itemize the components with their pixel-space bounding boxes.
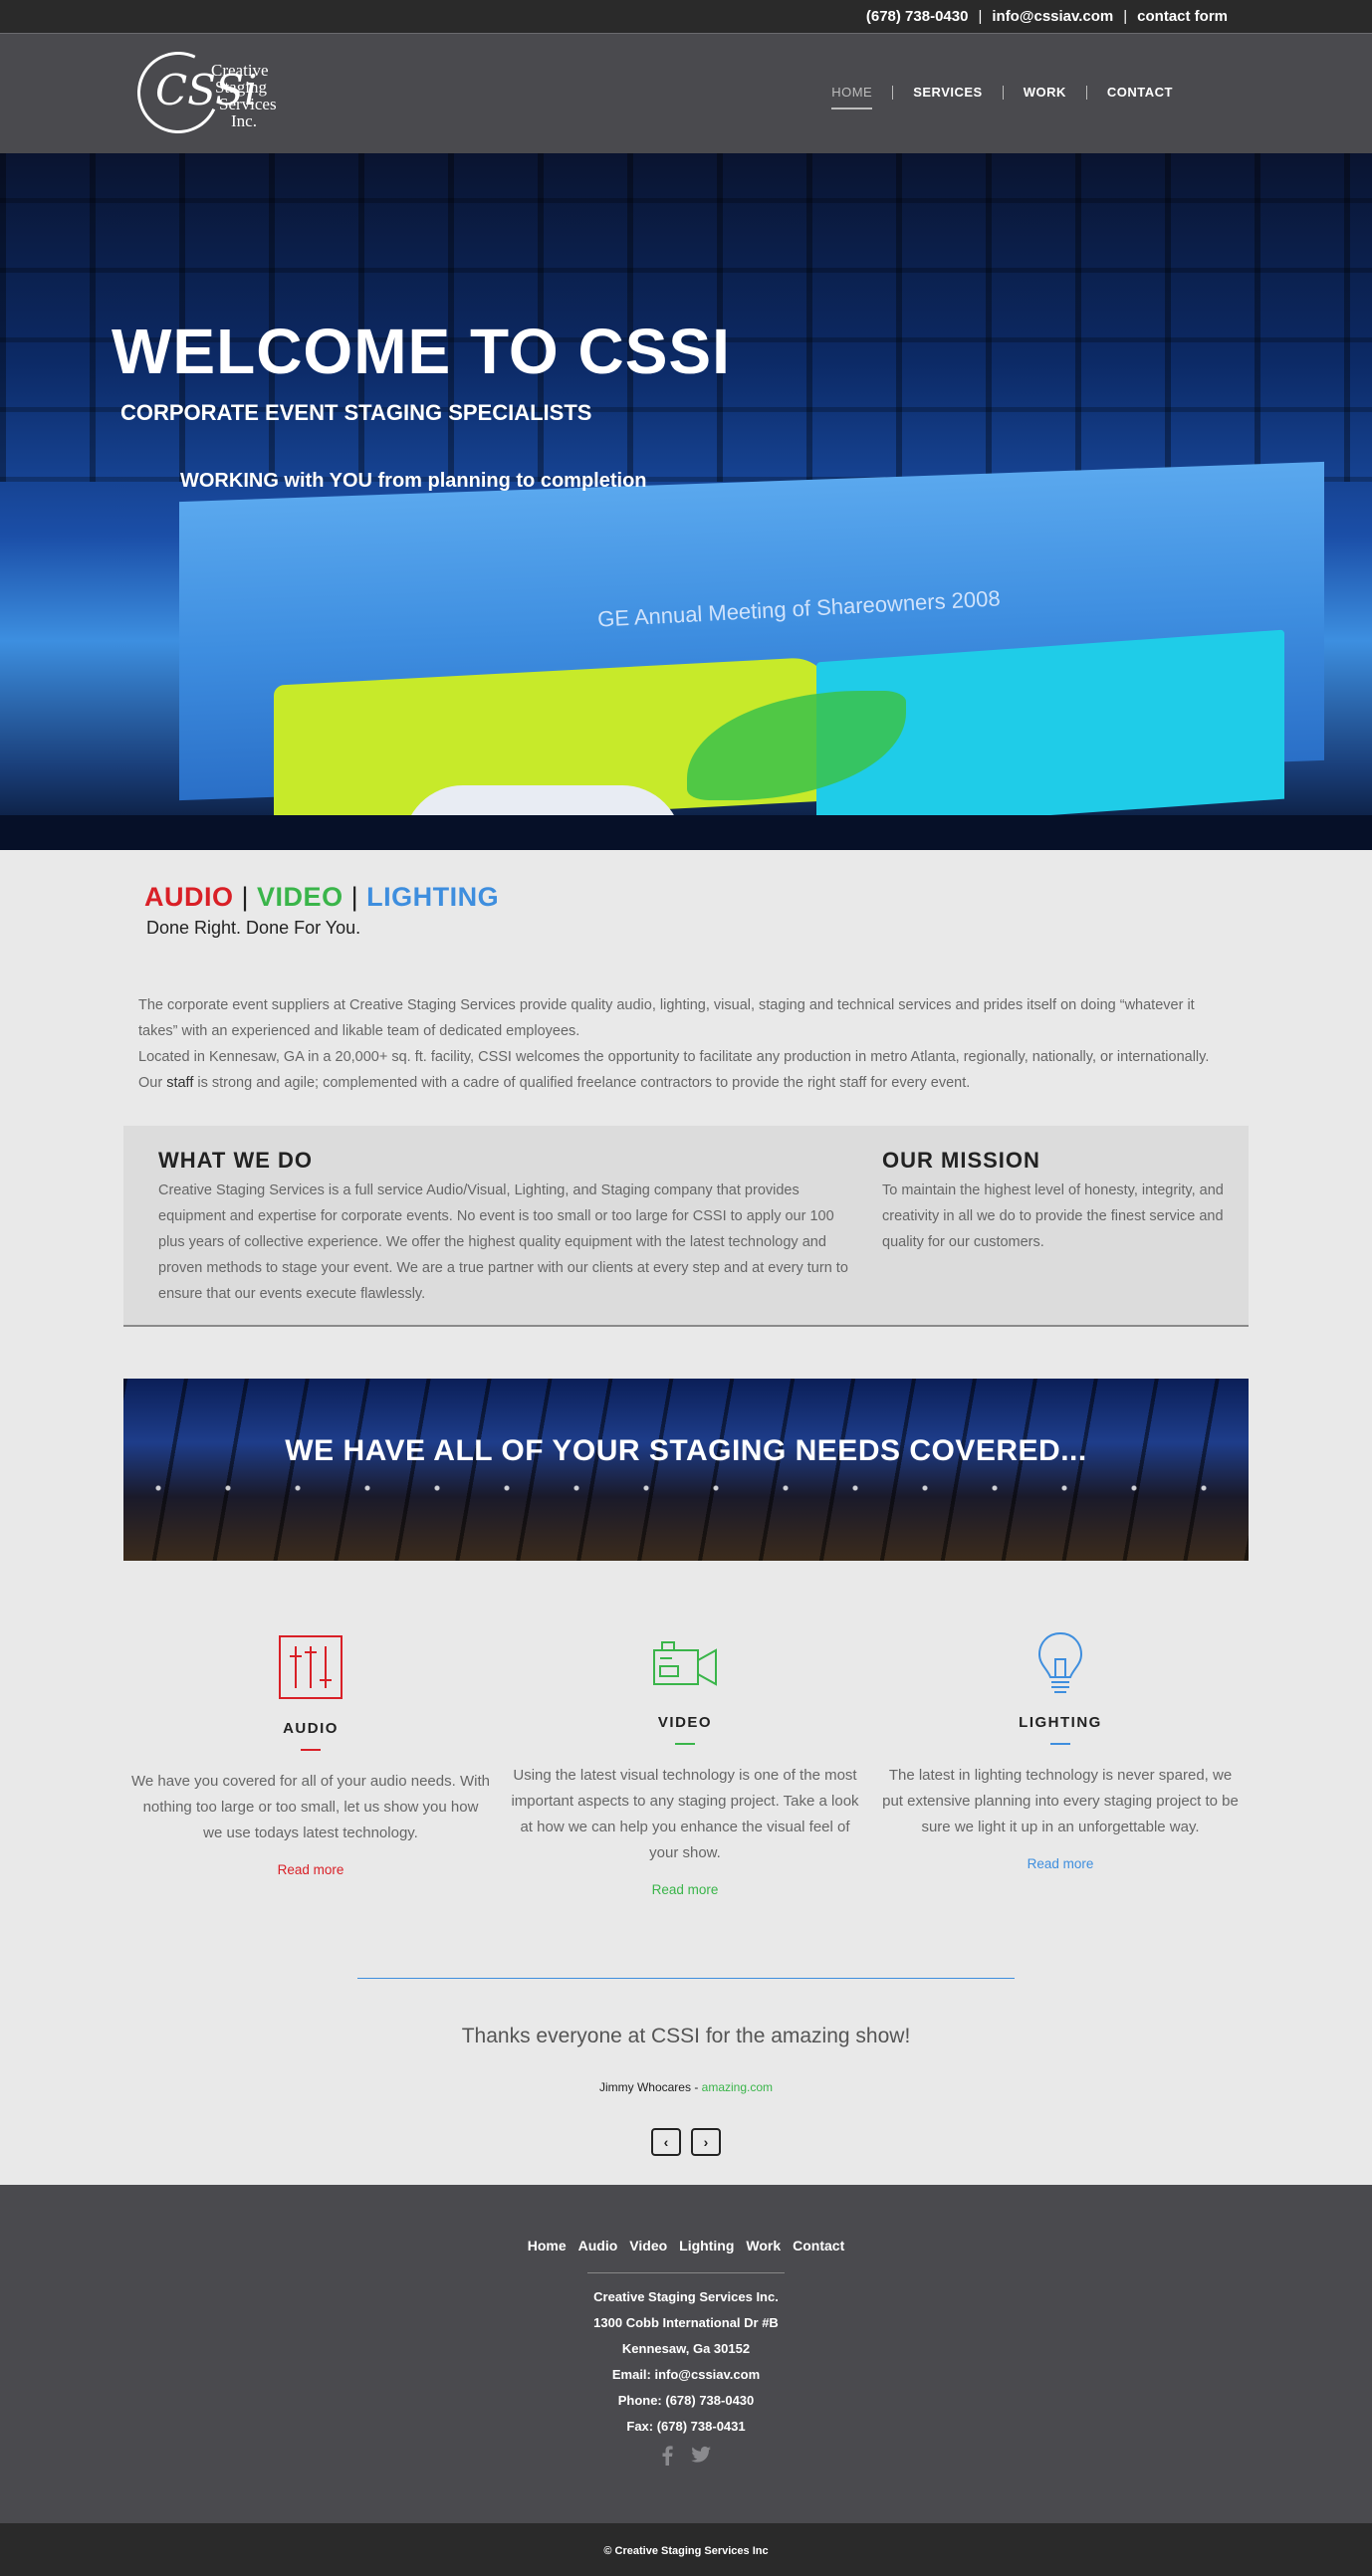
feature-text: We have you covered for all of your audi…: [131, 1773, 490, 1841]
top-contact-bar: (678) 738-0430 | info@cssiav.com | conta…: [0, 0, 1372, 33]
copyright-text: © Creative Staging Services Inc: [603, 2545, 769, 2557]
footer-link-lighting[interactable]: Lighting: [679, 2238, 734, 2254]
what-we-do: WHAT WE DO Creative Staging Services is …: [158, 1148, 855, 1307]
footer-link-video[interactable]: Video: [629, 2238, 667, 2254]
logo-line: Creative: [211, 61, 269, 80]
services-audio: AUDIO: [144, 882, 234, 912]
testimonial-byline: Jimmy Whocares - amazing.com: [0, 2080, 1372, 2094]
our-mission-heading: OUR MISSION: [882, 1148, 1040, 1173]
what-we-do-heading: WHAT WE DO: [158, 1148, 314, 1173]
site-logo[interactable]: CSSi Creative Staging Services Inc.: [125, 40, 295, 145]
footer-email[interactable]: Email: info@cssiav.com: [0, 2362, 1372, 2388]
feature-underline: [301, 1749, 321, 1751]
services-lighting: LIGHTING: [366, 882, 500, 912]
video-camera-icon: [506, 1632, 864, 1696]
services-tagline: Done Right. Done For You.: [146, 918, 361, 938]
staging-banner: WE HAVE ALL OF YOUR STAGING NEEDS COVERE…: [123, 1379, 1249, 1561]
footer-link-home[interactable]: Home: [528, 2238, 567, 2254]
feature-text: Using the latest visual technology is on…: [511, 1767, 859, 1861]
hero-subtitle: CORPORATE EVENT STAGING SPECIALISTS: [120, 400, 592, 425]
company-name: Creative Staging Services Inc.: [593, 2289, 779, 2304]
site-footer: Home Audio Video Lighting Work Contact C…: [0, 2185, 1372, 2523]
what-we-do-text: Creative Staging Services is a full serv…: [158, 1182, 848, 1302]
intro-paragraph: Located in Kennesaw, GA in a 20,000+ sq.…: [138, 1044, 1234, 1096]
separator: |: [978, 8, 983, 25]
banner-heading: WE HAVE ALL OF YOUR STAGING NEEDS COVERE…: [285, 1434, 1087, 1467]
nav-home[interactable]: HOME: [811, 86, 892, 109]
city-state-zip: Kennesaw, Ga 30152: [621, 2341, 751, 2356]
footer-link-work[interactable]: Work: [746, 2238, 781, 2254]
feature-lighting: LIGHTING The latest in lighting technolo…: [881, 1631, 1240, 1871]
main-nav: HOME SERVICES WORK CONTACT: [811, 86, 1193, 109]
video-read-more-link[interactable]: Read more: [506, 1882, 864, 1897]
footer-link-contact[interactable]: Contact: [793, 2238, 844, 2254]
twitter-icon[interactable]: [691, 2446, 711, 2464]
next-testimonial-button[interactable]: ›: [691, 2128, 721, 2156]
feature-video: VIDEO Using the latest visual technology…: [506, 1632, 864, 1897]
feature-underline: [675, 1743, 695, 1745]
testimonial-quote: Thanks everyone at CSSI for the amazing …: [461, 2025, 911, 2047]
services-line: AUDIO | VIDEO | LIGHTING: [144, 882, 499, 913]
feature-audio: AUDIO We have you covered for all of you…: [131, 1632, 490, 1877]
staff-link[interactable]: staff: [166, 1075, 193, 1091]
hero-tagline: WORKING with YOU from planning to comple…: [180, 470, 647, 492]
audio-read-more-link[interactable]: Read more: [131, 1862, 490, 1877]
footer-divider: [587, 2272, 785, 2273]
stage-floor: [0, 815, 1372, 850]
our-mission: OUR MISSION To maintain the highest leve…: [882, 1148, 1231, 1255]
contact-form-link[interactable]: contact form: [1137, 8, 1228, 25]
logo-line: Inc.: [231, 111, 257, 130]
separator: |: [241, 882, 250, 912]
our-mission-text: To maintain the highest level of honesty…: [882, 1182, 1224, 1250]
top-email-link[interactable]: info@cssiav.com: [992, 8, 1113, 25]
footer-address: Creative Staging Services Inc. 1300 Cobb…: [0, 2284, 1372, 2440]
nav-work[interactable]: WORK: [1002, 86, 1086, 100]
separator: |: [1123, 8, 1128, 25]
testimonial-divider: [357, 1978, 1015, 1979]
footer-link-audio[interactable]: Audio: [578, 2238, 618, 2254]
intro-text: The corporate event suppliers at Creativ…: [138, 992, 1234, 1096]
footer-fax: Fax: (678) 738-0431: [626, 2419, 746, 2434]
contact-row: (678) 738-0430 | info@cssiav.com | conta…: [866, 8, 1228, 25]
feature-title: VIDEO: [657, 1714, 713, 1731]
prev-testimonial-button[interactable]: ‹: [651, 2128, 681, 2156]
lighting-read-more-link[interactable]: Read more: [881, 1856, 1240, 1871]
hero-section: GE Annual Meeting of Shareowners 2008 WE…: [0, 153, 1372, 850]
light-bulb-icon: [881, 1631, 1240, 1696]
intro-text-span: is strong and agile; complemented with a…: [193, 1075, 971, 1091]
feature-underline: [1050, 1743, 1070, 1745]
site-header: CSSi Creative Staging Services Inc. HOME…: [0, 33, 1372, 153]
footer-nav: Home Audio Video Lighting Work Contact: [0, 2238, 1372, 2254]
facebook-icon[interactable]: [661, 2446, 673, 2466]
feature-title: LIGHTING: [1019, 1714, 1102, 1731]
mixer-sliders-icon: [131, 1632, 490, 1702]
services-video: VIDEO: [257, 882, 343, 912]
footer-phone[interactable]: Phone: (678) 738-0430: [0, 2388, 1372, 2414]
social-links: [0, 2446, 1372, 2466]
nav-services[interactable]: SERVICES: [892, 86, 1003, 100]
testimonial-arrows: ‹ ›: [651, 2128, 721, 2156]
nav-contact[interactable]: CONTACT: [1085, 86, 1193, 100]
street-address: 1300 Cobb International Dr #B: [593, 2315, 779, 2330]
banner-beams: [123, 1379, 1249, 1561]
copyright-bar: © Creative Staging Services Inc: [0, 2523, 1372, 2576]
banner-lights: [123, 1478, 1249, 1498]
top-phone-link[interactable]: (678) 738-0430: [866, 8, 969, 25]
logo-line: Services: [219, 95, 277, 113]
logo-line: Staging: [215, 78, 267, 97]
testimonial-author: Jimmy Whocares -: [598, 2080, 702, 2094]
testimonial-site-link[interactable]: amazing.com: [702, 2080, 773, 2094]
hero-title: WELCOME TO CSSI: [112, 316, 731, 387]
feature-title: AUDIO: [283, 1720, 339, 1737]
separator: |: [350, 882, 359, 912]
intro-paragraph: The corporate event suppliers at Creativ…: [138, 997, 1195, 1039]
feature-text: The latest in lighting technology is nev…: [882, 1767, 1239, 1835]
about-panel: WHAT WE DO Creative Staging Services is …: [123, 1126, 1249, 1327]
